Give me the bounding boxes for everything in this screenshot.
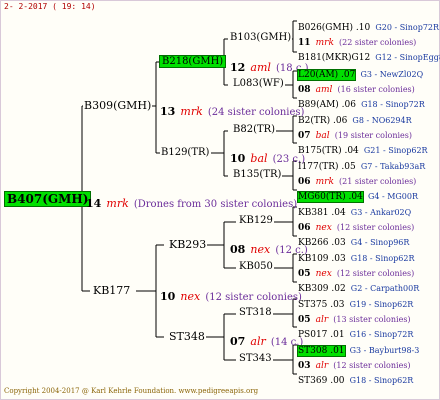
queen-b82[interactable]: B82(TR) [232,124,277,135]
queen-kb293[interactable]: KB293 [168,238,208,251]
queen-b309[interactable]: B309(GMH) [83,99,153,112]
leaf-queen-name: ST369 .00 [298,376,345,386]
queen-root[interactable]: B407(GMH) [4,191,92,207]
copyright-footer: Copyright 2004-2017 @ Karl Kehrle Founda… [4,387,259,395]
queen-b103[interactable]: B103(GMH) [229,32,293,43]
st348-info: 07 alr (14 c.) [230,335,304,348]
queen-st343[interactable]: ST343 [238,353,273,364]
root-info: 14 mrk (Drones from 30 sister colonies) [86,197,298,210]
b218-info: 12 aml (18 c.) [230,61,309,74]
queen-kb177[interactable]: KB177 [92,284,132,297]
queen-l083[interactable]: L083(WF) [232,78,285,89]
kb177-info: 10 nex (12 sister colonies) [160,290,302,303]
queen-kb050[interactable]: KB050 [238,261,274,272]
queen-st318[interactable]: ST318 [238,307,273,318]
leaf-queen[interactable]: ST369 .00 G18 - Sinop62R [298,368,413,387]
queen-kb129[interactable]: KB129 [238,215,274,226]
queen-st348[interactable]: ST348 [168,330,206,343]
b129-info: 10 bal (23 c.) [230,152,306,165]
kb293-info: 08 nex (12 c.) [230,243,308,256]
queen-b135[interactable]: B135(TR) [232,169,283,180]
b309-info: 13 mrk (24 sister colonies) [160,105,305,118]
leaf-queen-origin: G18 - Sinop62R [349,376,414,385]
leaf-queen-origin: G12 - SinopEgg86R [375,53,440,62]
queen-b218[interactable]: B218(GMH) [159,55,227,68]
queen-b129[interactable]: B129(TR) [160,147,211,158]
